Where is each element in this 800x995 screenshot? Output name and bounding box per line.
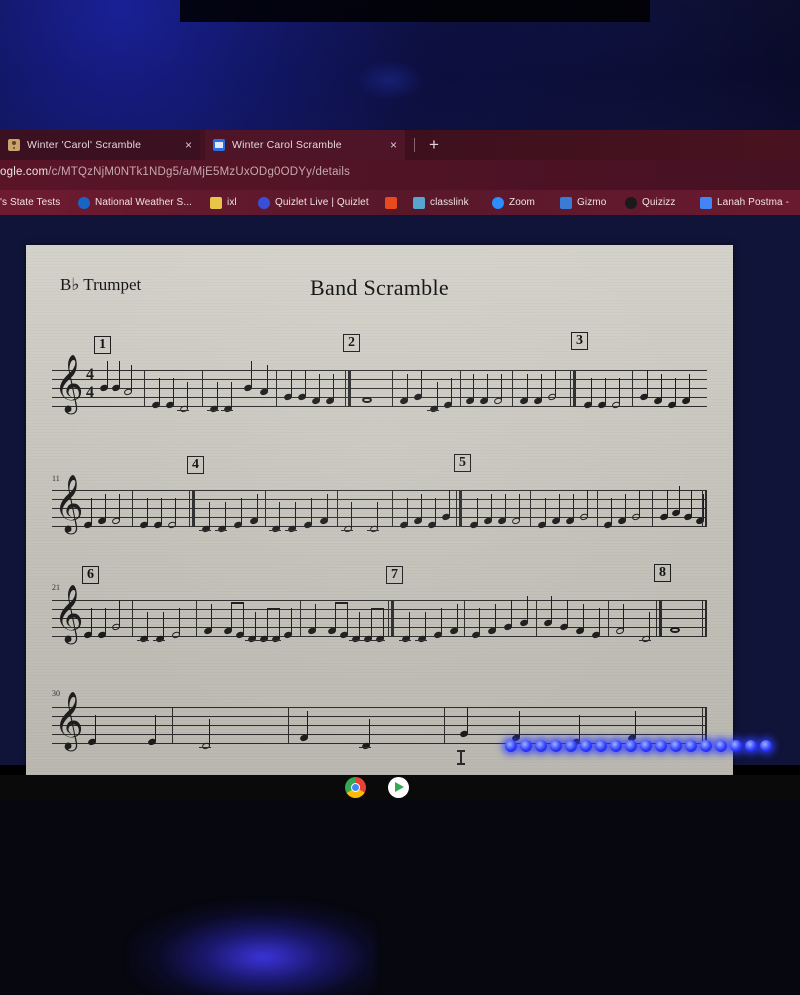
staff-system-2: 𝄞 11 4 5 [52,454,708,536]
text-cursor-icon [457,750,464,765]
slides-favicon-icon [213,139,225,151]
bookmark-label: ixl [227,197,237,208]
bookmark-label: Gizmo [577,197,607,208]
staff-system-4: 𝄞 30 [52,689,708,753]
bookmark-label: Zoom [509,197,535,208]
rehearsal-mark-2: 2 [343,334,360,352]
treble-clef-icon: 𝄞 [54,354,84,412]
url-text: ogle.com/c/MTQzNjM0NTk1NDg5/a/MjE5MzUxOD… [0,166,350,178]
url-domain: ogle.com [0,166,49,178]
docs-favicon-icon [700,196,712,209]
bookmark-state-tests[interactable]: 's State Tests [0,190,60,215]
rehearsal-mark-8: 8 [654,564,671,582]
zoom-favicon-icon [492,196,504,209]
sheet-music-page[interactable]: B♭ Trumpet Band Scramble 𝄞 4 4 1 2 3 𝄞 1… [26,245,733,995]
bookmark-unknown-red[interactable] [385,190,402,215]
bookmark-quizizz[interactable]: Quizizz [625,190,675,215]
url-path: /c/MTQzNjM0NTk1NDg5/a/MjE5MzUxODg0ODYy/d… [48,166,351,178]
bookmark-ixl[interactable]: ixl [210,190,237,215]
quizizz-favicon-icon [625,196,637,209]
weather-favicon-icon [78,196,90,209]
chrome-app-icon[interactable] [345,777,366,798]
treble-clef-icon: 𝄞 [54,474,84,532]
time-signature-top: 4 [86,366,94,383]
bookmark-label: 's State Tests [0,197,61,208]
tab-title: Winter Carol Scramble [232,139,342,151]
address-bar[interactable]: ogle.com/c/MTQzNjM0NTk1NDg5/a/MjE5MzUxOD… [0,160,800,190]
new-tab-button[interactable]: + [425,136,443,154]
treble-clef-icon: 𝄞 [54,584,84,642]
close-icon[interactable]: × [390,139,397,151]
shelf-app-icons [345,777,409,798]
time-signature-bottom: 4 [86,384,94,401]
staff-system-1: 𝄞 4 4 1 2 3 [52,332,707,416]
measure-number: 30 [52,689,60,698]
close-icon[interactable]: × [185,139,192,151]
tab-winter-carol-scramble-2[interactable]: Winter Carol Scramble × [205,130,405,160]
gizmo-favicon-icon [560,196,572,209]
tab-winter-carol-scramble-1[interactable]: Winter 'Carol' Scramble × [0,130,200,160]
tab-divider [414,138,415,152]
staff-system-3: 𝄞 21 6 7 8 [52,564,708,646]
treble-clef-icon: 𝄞 [54,691,84,749]
person-favicon-icon [8,139,20,151]
bookmark-lanah-postma[interactable]: Lanah Postma - [700,190,789,215]
bookmark-label: National Weather S... [95,197,192,208]
staff-lines [52,370,707,410]
browser-window: Winter 'Carol' Scramble × Winter Carol S… [0,130,800,215]
bookmark-label: classlink [430,197,469,208]
play-store-app-icon[interactable] [388,777,409,798]
rehearsal-mark-3: 3 [571,332,588,350]
red-favicon-icon [385,196,397,209]
measure-number: 21 [52,583,60,592]
rehearsal-mark-7: 7 [386,566,403,584]
tab-title: Winter 'Carol' Scramble [27,139,142,151]
quizlet-favicon-icon [258,196,270,209]
chromeos-shelf [0,775,800,800]
bookmark-gizmo[interactable]: Gizmo [560,190,606,215]
bookmarks-bar: 's State Tests National Weather S... ixl… [0,190,800,215]
rehearsal-mark-5: 5 [454,454,471,472]
bookmark-classlink[interactable]: classlink [413,190,469,215]
bookmark-label: Lanah Postma - [717,197,789,208]
bookmark-label: Quizizz [642,197,676,208]
bookmark-quizlet-live[interactable]: Quizlet Live | Quizlet [258,190,369,215]
bookmark-label: Quizlet Live | Quizlet [275,197,369,208]
rehearsal-mark-1: 1 [94,336,111,354]
score-title: Band Scramble [310,275,449,300]
classlink-favicon-icon [413,196,425,209]
bookmark-national-weather[interactable]: National Weather S... [78,190,192,215]
bookmark-zoom[interactable]: Zoom [492,190,535,215]
ixl-favicon-icon [210,196,222,209]
rehearsal-mark-6: 6 [82,566,99,584]
dark-ceiling-strip [180,0,650,22]
rehearsal-mark-4: 4 [187,456,204,474]
tab-strip: Winter 'Carol' Scramble × Winter Carol S… [0,130,800,160]
measure-number: 11 [52,474,60,483]
blue-light-glare [126,900,376,995]
blue-light-smudge [355,60,425,100]
